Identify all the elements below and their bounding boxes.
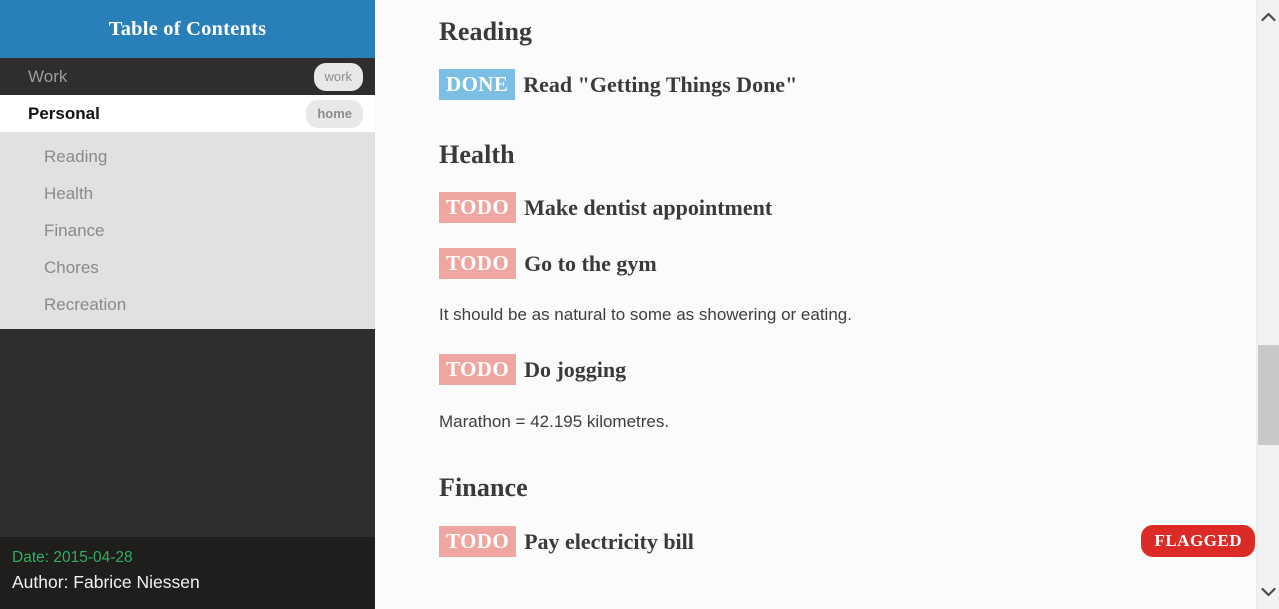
- sidebar-item-health-label: Health: [44, 183, 94, 203]
- status-badge-done: DONE: [439, 69, 516, 101]
- paragraph: It should be as natural to some as showe…: [439, 305, 852, 325]
- sidebar-item-health[interactable]: Health: [0, 175, 375, 212]
- status-badge-todo: TODO: [439, 247, 517, 279]
- sidebar-tag-work: work: [313, 62, 363, 91]
- sidebar-item-finance[interactable]: Finance: [0, 212, 375, 249]
- sidebar-item-recreation-label: Recreation: [44, 294, 127, 314]
- sidebar: Table of Contents Work work Personal hom…: [0, 0, 375, 609]
- sidebar-item-recreation[interactable]: Recreation: [0, 286, 375, 323]
- section-heading-reading: Reading: [439, 17, 533, 46]
- sidebar-item-chores-label: Chores: [44, 257, 99, 277]
- scrollbar-thumb[interactable]: [1258, 345, 1279, 445]
- task-item[interactable]: DONE Read "Getting Things Done": [439, 69, 1255, 101]
- sidebar-footer: Date: 2015-04-28 Author: Fabrice Niessen: [0, 537, 375, 609]
- status-badge-todo: TODO: [439, 191, 517, 223]
- footer-date: Date: 2015-04-28: [12, 549, 133, 566]
- sidebar-item-personal-label: Personal: [28, 103, 100, 123]
- task-title: Go to the gym: [524, 250, 657, 276]
- toc-header: Table of Contents: [0, 0, 375, 58]
- document-body: Reading DONE Read "Getting Things Done" …: [375, 0, 1255, 581]
- task-title: Read "Getting Things Done": [523, 72, 798, 98]
- sidebar-item-finance-label: Finance: [44, 220, 105, 240]
- paragraph: Marathon = 42.195 kilometres.: [439, 411, 670, 431]
- sidebar-item-personal[interactable]: Personal home: [0, 95, 375, 132]
- main-content: Reading DONE Read "Getting Things Done" …: [375, 0, 1279, 609]
- task-item[interactable]: TODO Make dentist appointment: [439, 191, 1255, 223]
- sidebar-sublist-personal: Reading Health Finance Chores Recreation: [0, 132, 375, 329]
- task-title: Do jogging: [524, 357, 627, 383]
- toc-list: Work work Personal home Reading Health F…: [0, 58, 375, 329]
- task-title: Pay electricity bill: [524, 528, 694, 554]
- sidebar-item-reading[interactable]: Reading: [0, 138, 375, 175]
- sidebar-item-work-label: Work: [28, 66, 68, 86]
- status-badge-todo: TODO: [439, 354, 517, 386]
- app-root: Table of Contents Work work Personal hom…: [0, 0, 1279, 609]
- section-heading-finance: Finance: [439, 473, 528, 503]
- sidebar-item-chores[interactable]: Chores: [0, 249, 375, 286]
- section-heading-health: Health: [439, 139, 515, 169]
- footer-author: Author: Fabrice Niessen: [12, 572, 200, 592]
- task-item[interactable]: TODO Do jogging: [439, 354, 1255, 386]
- sidebar-item-work[interactable]: Work work: [0, 58, 375, 95]
- sidebar-item-reading-label: Reading: [44, 146, 108, 166]
- status-badge-flagged: FLAGGED: [1141, 525, 1255, 558]
- vertical-scrollbar[interactable]: [1256, 0, 1279, 609]
- chevron-down-icon[interactable]: [1257, 581, 1279, 603]
- status-badge-todo: TODO: [439, 525, 517, 557]
- chevron-up-icon[interactable]: [1257, 6, 1279, 28]
- task-item[interactable]: TODO Go to the gym: [439, 247, 1255, 279]
- task-item[interactable]: TODO Pay electricity bill FLAGGED: [439, 525, 1255, 558]
- task-title: Make dentist appointment: [524, 194, 773, 220]
- sidebar-tag-home: home: [306, 99, 363, 128]
- toc-header-title: Table of Contents: [108, 17, 267, 40]
